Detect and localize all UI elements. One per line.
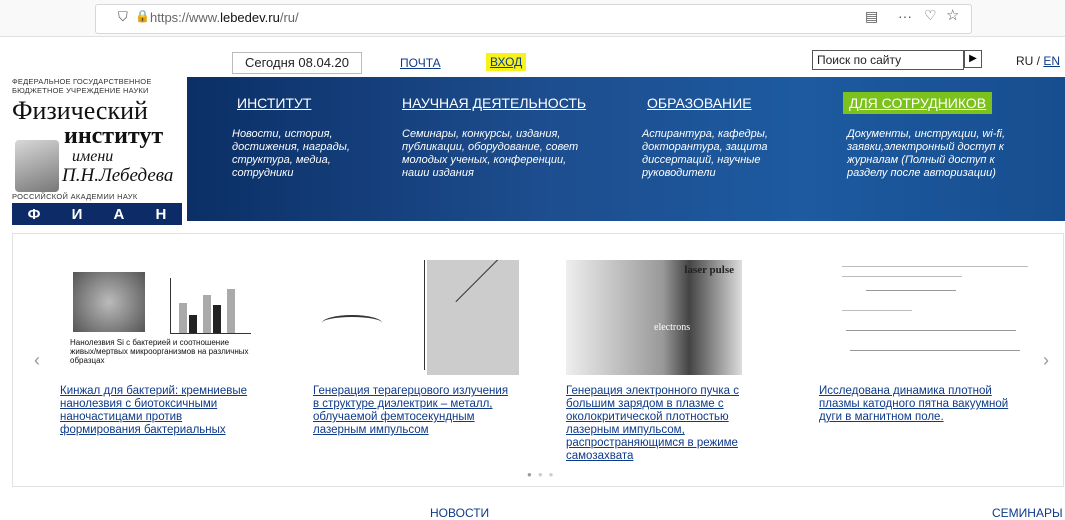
lang-en-link[interactable]: EN — [1043, 54, 1060, 68]
slide-3-image[interactable]: laser pulse electrons — [566, 260, 742, 375]
carousel-pagination[interactable]: ●●● — [527, 470, 560, 479]
today-date: Сегодня 08.04.20 — [232, 52, 362, 74]
bookmark-star-icon[interactable]: ☆ — [946, 6, 959, 24]
logo-academy: РОССИЙСКОЙ АКАДЕМИИ НАУК — [12, 192, 138, 201]
mail-link[interactable]: ПОЧТА — [400, 56, 441, 70]
pocket-icon[interactable]: ♡ — [924, 7, 937, 24]
slide-1-image[interactable]: Нанолезвия Si с бактерией и соотношение … — [60, 260, 260, 375]
more-actions-icon[interactable]: ··· — [898, 8, 912, 24]
logo-fian[interactable]: ФИАН — [12, 203, 182, 225]
menu-staff[interactable]: ДЛЯ СОТРУДНИКОВ — [843, 92, 993, 114]
menu-education[interactable]: ОБРАЗОВАНИЕ — [647, 95, 752, 111]
logo-org-type: ФЕДЕРАЛЬНОЕ ГОСУДАРСТВЕННОЕ БЮДЖЕТНОЕ УЧР… — [12, 77, 152, 95]
seminars-section-link[interactable]: СЕМИНАРЫ — [992, 506, 1063, 520]
search-input[interactable]: Поиск по сайту — [812, 50, 964, 70]
logo-wordmark[interactable]: Физический институт имени П.Н.Лебедева — [12, 98, 182, 186]
url-text[interactable]: https://www.lebedev.ru/ru/ — [150, 10, 299, 25]
menu-institute[interactable]: ИНСТИТУТ — [237, 95, 311, 111]
slide-3-caption[interactable]: Генерация электронного пучка с большим з… — [566, 385, 766, 469]
slide-4-image[interactable] — [836, 260, 1036, 375]
news-section-link[interactable]: НОВОСТИ — [430, 506, 489, 520]
slide-2-image[interactable] — [312, 260, 519, 375]
language-switcher[interactable]: RU / EN — [1016, 54, 1060, 68]
slide-4-caption[interactable]: Исследована динамика плотной плазмы като… — [819, 385, 1019, 437]
menu-research[interactable]: НАУЧНАЯ ДЕЯТЕЛЬНОСТЬ — [402, 95, 586, 111]
menu-staff-desc: Документы, инструкции, wi-fi, заявки,эле… — [847, 128, 1006, 179]
slide-1-caption[interactable]: Кинжал для бактерий: кремниевые нанолезв… — [60, 385, 260, 437]
carousel-prev-icon[interactable]: ‹ — [34, 350, 40, 371]
search-submit-icon[interactable]: ▶ — [964, 50, 982, 68]
lock-icon[interactable]: 🔒 — [135, 9, 150, 23]
shield-icon[interactable]: ⛉ — [118, 9, 128, 25]
reader-view-icon[interactable]: ▤ — [865, 8, 878, 25]
carousel-next-icon[interactable]: › — [1043, 350, 1049, 371]
menu-institute-desc: Новости, история, достижения, награды, с… — [232, 128, 350, 179]
menu-education-desc: Аспирантура, кафедры, докторантура, защи… — [642, 128, 768, 179]
login-link[interactable]: ВХОД — [486, 53, 527, 71]
slide-2-caption[interactable]: Генерация терагерцового излучения в стру… — [313, 385, 513, 437]
menu-research-desc: Семинары, конкурсы, издания, публикации,… — [402, 128, 579, 179]
